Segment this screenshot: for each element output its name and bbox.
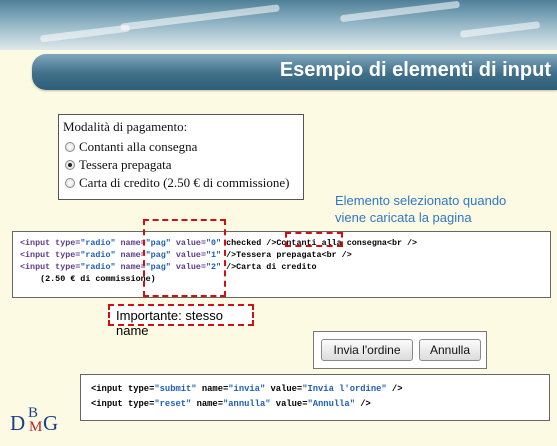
checked-attribute-highlight (285, 232, 343, 247)
radio-label: Carta di credito (2.50 € di commissione) (79, 175, 290, 190)
radio-button[interactable] (65, 142, 75, 152)
code-line-continuation: (2.50 € di commissione) (20, 274, 156, 284)
radio-label: Contanti alla consegna (79, 139, 198, 154)
form-legend: Modalità di pagamento: (63, 119, 188, 134)
radio-code-block: <input type="radio" name="pag" value="0"… (12, 231, 551, 298)
radio-label: Tessera prepagata (79, 157, 172, 172)
name-attribute-highlight (143, 219, 226, 297)
cancel-button[interactable]: Annulla (419, 339, 481, 361)
radio-option-contanti[interactable]: Contanti alla consegna (65, 139, 197, 155)
buttons-preview: Invia l'ordine Annulla (313, 331, 487, 369)
radio-button[interactable] (65, 178, 75, 188)
important-note: Importante: stesso name (108, 304, 254, 338)
slide-title: Esempio di elementi di input (279, 59, 551, 81)
code-line: <input type="submit" name="invia" value=… (91, 384, 403, 394)
radio-button-checked[interactable] (65, 160, 75, 170)
title-bar: Esempio di elementi di input (32, 54, 557, 90)
radio-option-carta[interactable]: Carta di credito (2.50 € di commissione) (65, 175, 289, 191)
payment-form-preview: Modalità di pagamento: Contanti alla con… (58, 114, 304, 200)
header-decoration (0, 0, 557, 50)
radio-option-tessera[interactable]: Tessera prepagata (65, 157, 172, 173)
button-code-block: <input type="submit" name="invia" value=… (80, 374, 550, 421)
code-line: <input type="reset" name="annulla" value… (91, 399, 371, 409)
submit-order-button[interactable]: Invia l'ordine (321, 339, 413, 361)
dbmg-logo: D B M G (10, 405, 59, 435)
selected-note: Elemento selezionato quando viene carica… (335, 193, 507, 225)
